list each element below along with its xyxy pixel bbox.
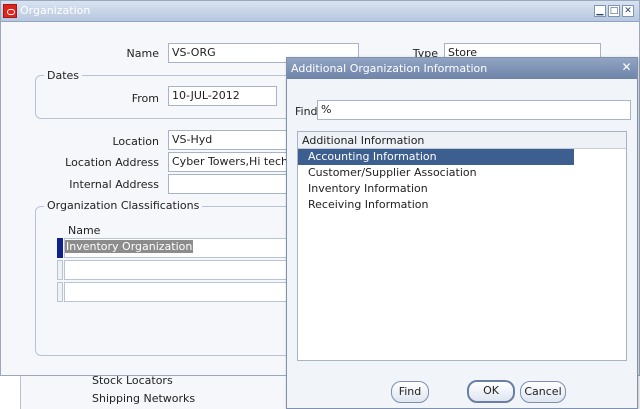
from-label: From (131, 92, 159, 105)
ok-button[interactable]: OK (467, 380, 515, 403)
window-titlebar[interactable]: Organization ▁ □ ✕ (1, 1, 639, 22)
list-item-customer-supplier[interactable]: Customer/Supplier Association (298, 165, 574, 181)
classification-name-header: Name (68, 224, 101, 237)
classifications-legend: Organization Classifications (44, 199, 203, 212)
close-icon[interactable]: ✕ (621, 61, 632, 73)
shipping-networks-item[interactable]: Shipping Networks (92, 392, 195, 405)
internal-address-label: Internal Address (69, 178, 159, 191)
location-field[interactable]: VS-Hyd (168, 130, 290, 150)
internal-address-field[interactable] (168, 174, 290, 194)
list-item-inventory[interactable]: Inventory Information (298, 181, 574, 197)
close-icon[interactable]: ✕ (622, 5, 634, 17)
list-item-accounting[interactable]: Accounting Information (298, 149, 574, 165)
dialog-title: Additional Organization Information (291, 62, 488, 75)
location-address-label: Location Address (65, 156, 159, 169)
cancel-button[interactable]: Cancel (520, 381, 566, 403)
oracle-logo-icon (3, 4, 17, 18)
window-title: Organization (20, 4, 91, 17)
classification-name-cell: Inventory Organization (65, 240, 194, 253)
find-input[interactable]: % (317, 100, 631, 120)
additional-info-dialog: Additional Organization Information ✕ Fi… (286, 57, 638, 409)
stock-locators-item[interactable]: Stock Locators (92, 374, 173, 387)
dialog-titlebar[interactable]: Additional Organization Information ✕ (287, 58, 637, 79)
additional-info-list[interactable]: Additional Information Accounting Inform… (297, 131, 627, 361)
name-label: Name (126, 47, 159, 60)
location-label: Location (112, 135, 159, 148)
dates-legend: Dates (44, 69, 83, 82)
find-label: Find (295, 105, 318, 118)
list-item-receiving[interactable]: Receiving Information (298, 197, 574, 213)
maximize-icon[interactable]: □ (608, 5, 620, 17)
classification-row[interactable] (64, 282, 290, 302)
record-indicator[interactable] (57, 282, 63, 302)
record-indicator[interactable] (57, 260, 63, 280)
minimize-icon[interactable]: ▁ (594, 5, 606, 17)
find-button[interactable]: Find (391, 381, 429, 403)
from-date-field[interactable]: 10-JUL-2012 (168, 86, 277, 106)
current-record-indicator[interactable] (57, 238, 63, 258)
classification-row[interactable] (64, 260, 290, 280)
classification-row[interactable]: Inventory Organization (64, 238, 290, 258)
list-header: Additional Information (298, 132, 626, 149)
location-address-field[interactable]: Cyber Towers,Hi tech C (168, 152, 290, 172)
